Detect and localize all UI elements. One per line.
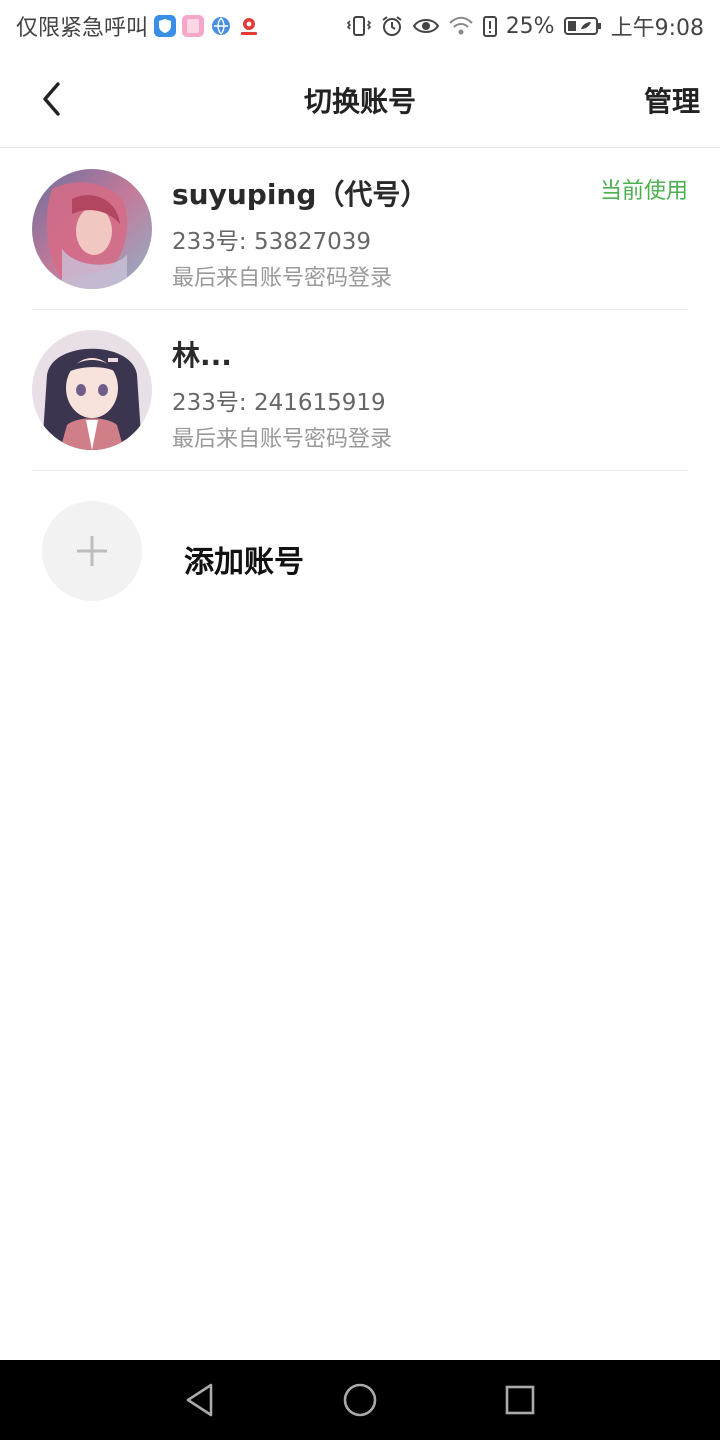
- plus-icon: [77, 536, 107, 566]
- status-bar: 仅限紧急呼叫 25% 上午9:08: [0, 0, 720, 50]
- status-bar-left: 仅限紧急呼叫: [16, 10, 261, 42]
- current-account-badge: 当前使用: [599, 179, 688, 204]
- home-circle-icon: [343, 1383, 377, 1417]
- carrier-text: 仅限紧急呼叫: [16, 16, 149, 41]
- wifi-icon: [448, 15, 474, 37]
- account-list: suyuping（代号） 233号: 53827039 最后来自账号密码登录 当…: [0, 149, 720, 471]
- nav-recents-button[interactable]: [500, 1380, 540, 1420]
- battery-alert-icon: [482, 14, 498, 38]
- music-app-icon: [182, 15, 205, 37]
- account-login-method: 最后来自账号密码登录: [172, 266, 393, 291]
- manage-button[interactable]: 管理: [644, 80, 700, 120]
- account-id: 233号: 241615919: [172, 390, 386, 416]
- account-name: suyuping（代号）: [172, 178, 429, 211]
- avatar: [32, 169, 152, 289]
- eye-icon: [412, 15, 440, 37]
- add-account-label: 添加账号: [184, 545, 304, 580]
- recents-square-icon: [505, 1385, 535, 1415]
- status-bar-right: 25% 上午9:08: [346, 10, 704, 42]
- avatar: [32, 330, 152, 450]
- nav-home-button[interactable]: [340, 1380, 380, 1420]
- account-name: 林...: [172, 339, 232, 372]
- account-id: 233号: 53827039: [172, 229, 372, 255]
- vibrate-icon: [346, 14, 372, 38]
- account-login-method: 最后来自账号密码登录: [172, 427, 393, 452]
- map-app-icon: [238, 15, 261, 37]
- back-triangle-icon: [186, 1383, 213, 1417]
- nav-back-button[interactable]: [180, 1380, 220, 1420]
- battery-percent: 25%: [505, 13, 555, 39]
- account-row[interactable]: 林... 233号: 241615919 最后来自账号密码登录: [32, 310, 688, 471]
- shield-app-icon: [154, 15, 177, 37]
- alarm-icon: [380, 14, 404, 38]
- page-title: 切换账号: [303, 85, 416, 118]
- clock-time: 上午9:08: [610, 16, 704, 41]
- account-row[interactable]: suyuping（代号） 233号: 53827039 最后来自账号密码登录 当…: [32, 149, 688, 310]
- add-account-button[interactable]: 添加账号: [42, 501, 682, 601]
- add-account-circle: [42, 501, 142, 601]
- battery-icon: [563, 15, 603, 37]
- system-nav-bar: [0, 1360, 720, 1440]
- browser-app-icon: [210, 15, 233, 37]
- app-header: 切换账号 管理: [0, 50, 720, 148]
